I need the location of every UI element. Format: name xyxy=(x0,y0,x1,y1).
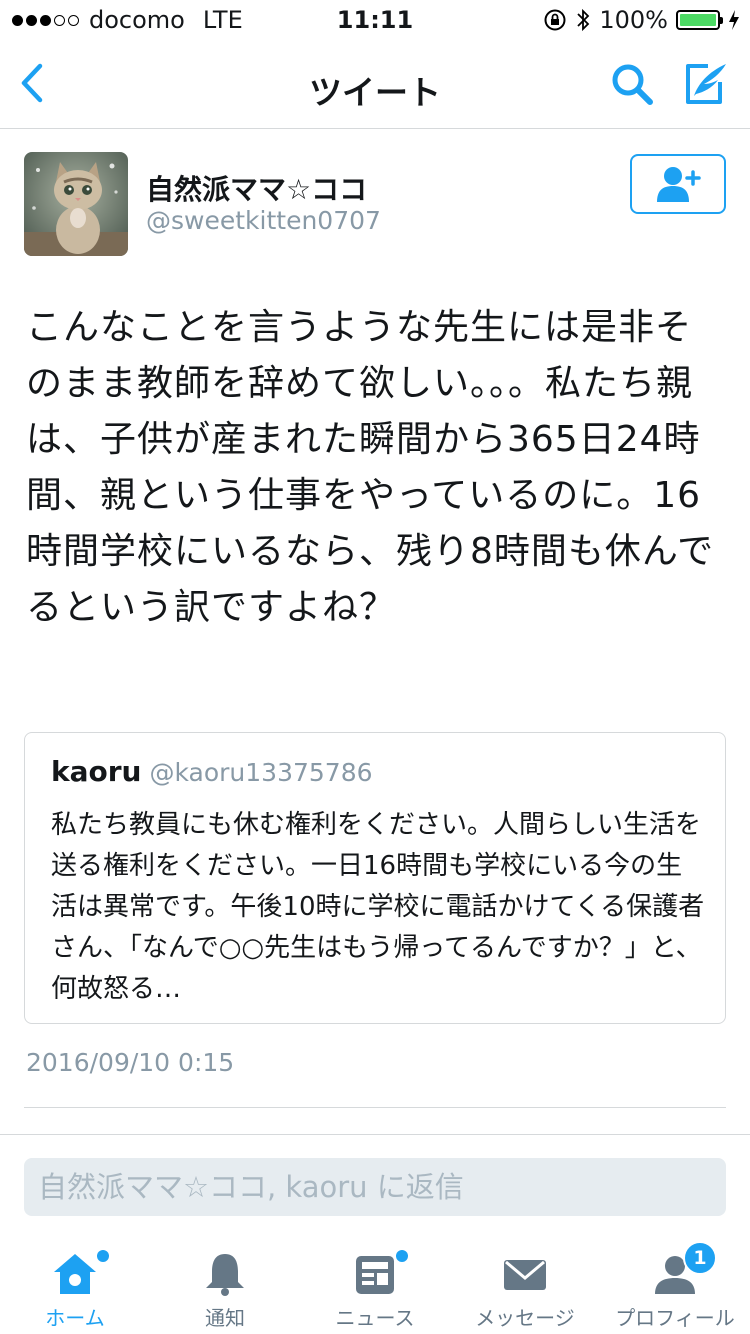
quoted-tweet-header: kaoru @kaoru13375786 xyxy=(51,755,373,788)
rotation-lock-icon xyxy=(544,9,566,31)
divider xyxy=(24,1107,726,1108)
tab-profile[interactable]: 1 プロフィール xyxy=(600,1240,750,1334)
status-right: 100% xyxy=(543,6,740,34)
quoted-tweet-text: 私たち教員にも休む権利をください。人間らしい生活を送る権利をください。一日16時… xyxy=(51,810,705,1004)
tab-label: ホーム xyxy=(45,1306,105,1330)
follow-button[interactable] xyxy=(630,154,726,214)
status-bar: docomo LTE 11:11 100% xyxy=(0,0,750,40)
envelope-icon xyxy=(504,1260,546,1290)
compose-tweet-icon[interactable] xyxy=(680,58,730,108)
bluetooth-icon xyxy=(577,8,590,32)
tab-label: プロフィール xyxy=(615,1306,735,1330)
divider xyxy=(0,1134,750,1135)
tab-news[interactable]: ニュース xyxy=(300,1240,450,1334)
display-name[interactable]: 自然派ママ☆ココ xyxy=(146,168,367,208)
search-icon[interactable] xyxy=(608,60,656,108)
add-user-icon xyxy=(657,167,701,202)
tab-label: メッセージ xyxy=(475,1306,575,1330)
user-handle[interactable]: @sweetkitten0707 xyxy=(146,206,381,235)
quoted-tweet-card[interactable]: kaoru @kaoru13375786 私たち教員にも休む権利をください。人間ら… xyxy=(24,732,726,1024)
navigation-bar: ツイート xyxy=(0,40,750,129)
tab-notifications[interactable]: 通知 xyxy=(150,1240,300,1334)
tab-label: ニュース xyxy=(335,1306,415,1330)
profile-notification-badge: 1 xyxy=(683,1241,717,1275)
home-new-dot xyxy=(97,1250,109,1262)
bell-icon xyxy=(206,1254,244,1296)
tweet-text: こんなことを言うような先生には是非そのまま教師を辞めて欲しい。。。私たち親は、子… xyxy=(26,307,715,628)
tab-messages[interactable]: メッセージ xyxy=(450,1240,600,1334)
news-icon xyxy=(356,1256,394,1294)
battery-percent: 100% xyxy=(599,6,668,34)
charging-bolt-icon xyxy=(729,10,739,30)
tab-home[interactable]: ホーム xyxy=(0,1240,150,1334)
news-new-dot xyxy=(396,1250,408,1262)
tweet-timestamp: 2016/09/10 0:15 xyxy=(26,1048,235,1077)
battery-icon xyxy=(676,10,723,30)
quoted-user-handle: @kaoru13375786 xyxy=(149,758,373,787)
kitten-avatar-image xyxy=(24,152,128,256)
avatar[interactable] xyxy=(24,152,128,256)
tab-label: 通知 xyxy=(205,1306,245,1330)
reply-input[interactable] xyxy=(24,1158,726,1216)
home-icon xyxy=(54,1254,96,1294)
quoted-display-name: kaoru xyxy=(51,755,142,788)
tab-bar: ホーム 通知 ニュース メッセージ 1 プロフィール xyxy=(0,1240,750,1334)
